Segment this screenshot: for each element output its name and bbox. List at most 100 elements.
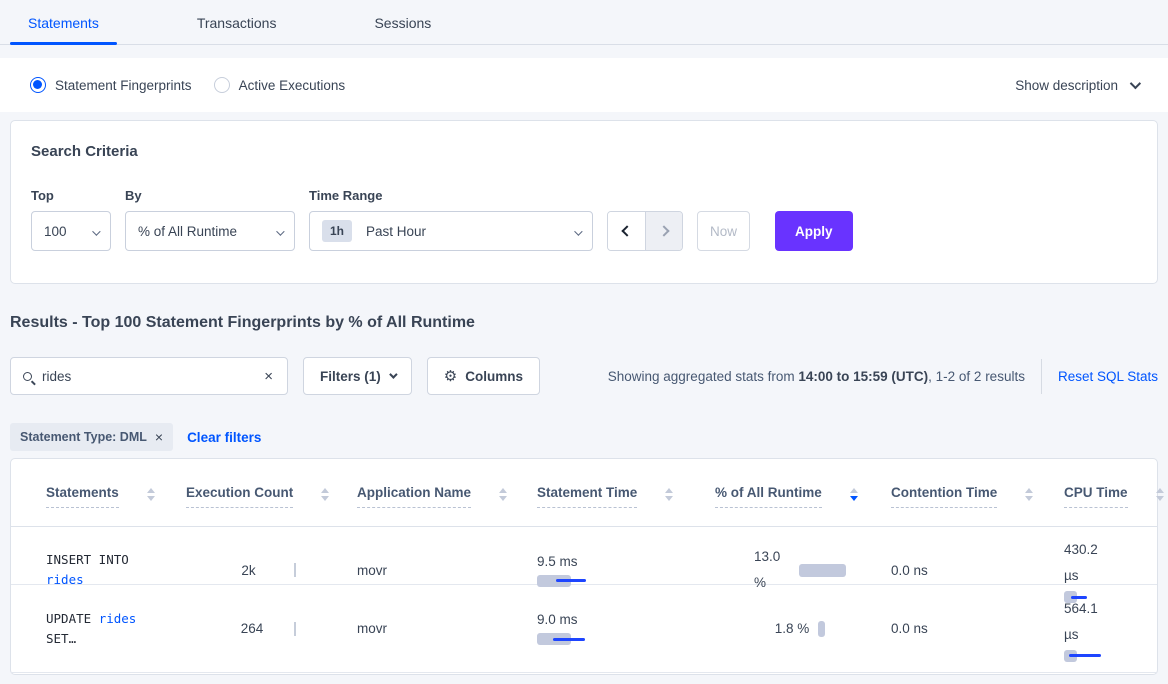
remove-filter-icon[interactable]: × (155, 429, 163, 445)
filter-chip-row: Statement Type: DML × Clear filters (10, 423, 1158, 451)
reset-sql-stats-link[interactable]: Reset SQL Stats (1058, 369, 1158, 384)
columns-button-label: Columns (465, 369, 523, 384)
application-name-value: movr (357, 621, 531, 636)
radio-statement-fingerprints[interactable]: Statement Fingerprints (30, 77, 192, 93)
tab-transactions[interactable]: Transactions (179, 3, 295, 44)
column-header-cpu-time: CPU Time (1064, 459, 1168, 526)
top-label: Top (31, 188, 111, 203)
time-range-arrows (607, 211, 683, 251)
now-button[interactable]: Now (697, 211, 750, 251)
chevron-left-icon (621, 225, 632, 236)
cpu-time-bar (1064, 591, 1104, 603)
chevron-down-icon (389, 370, 397, 378)
apply-button[interactable]: Apply (775, 211, 853, 251)
view-toggle-bar: Statement Fingerprints Active Executions… (0, 58, 1168, 112)
column-header-label[interactable]: Application Name (357, 485, 471, 508)
chevron-down-icon (1130, 78, 1141, 89)
sql-text: SET… (46, 631, 76, 646)
cpu-time-value: 564.1 µs (1064, 596, 1110, 648)
sort-icon[interactable] (665, 488, 673, 501)
column-header-label[interactable]: Statements (46, 485, 119, 508)
contention-time-value: 0.0 ns (891, 563, 1058, 578)
results-toolbar: × Filters (1) ⚙ Columns Showing aggregat… (10, 357, 1158, 395)
column-header-contention-time: Contention Time (891, 459, 1064, 526)
sql-table-link[interactable]: rides (99, 611, 137, 626)
sort-icon[interactable] (1156, 488, 1164, 501)
time-range-select[interactable]: 1h Past Hour (309, 211, 593, 251)
sort-icon[interactable] (499, 488, 507, 501)
search-criteria-card: Search Criteria Top 100 By % of All Runt… (10, 120, 1158, 284)
radio-statement-fingerprints-label: Statement Fingerprints (55, 78, 192, 93)
summary-suffix: , 1-2 of 2 results (928, 369, 1025, 384)
show-description-toggle[interactable]: Show description (1015, 78, 1138, 93)
chevron-down-icon (92, 227, 100, 235)
time-range-badge: 1h (322, 220, 352, 242)
clear-filters-link[interactable]: Clear filters (187, 430, 261, 445)
chevron-right-icon (658, 225, 669, 236)
page-bottom-margin (0, 675, 1168, 684)
table-row[interactable]: INSERT INTO rides 2k movr 9.5 ms 13.0 % … (11, 527, 1157, 585)
execution-count-bar (294, 622, 296, 636)
column-header-label[interactable]: Statement Time (537, 485, 637, 508)
tab-statements[interactable]: Statements (10, 3, 117, 44)
execution-count-value: 2k (241, 563, 255, 578)
contention-time-value: 0.0 ns (891, 621, 1058, 636)
sql-text: UPDATE (46, 611, 91, 626)
filters-button-label: Filters (1) (320, 369, 381, 384)
results-heading: Results - Top 100 Statement Fingerprints… (10, 314, 1158, 332)
filter-chip-statement-type: Statement Type: DML × (10, 423, 173, 451)
column-header-label[interactable]: CPU Time (1064, 485, 1128, 508)
filters-button[interactable]: Filters (1) (303, 357, 412, 395)
column-header-label[interactable]: % of All Runtime (715, 485, 822, 508)
statement-time-value: 9.5 ms (537, 554, 709, 569)
columns-button[interactable]: ⚙ Columns (427, 357, 540, 395)
execution-count-bar (294, 563, 296, 577)
column-header-application-name: Application Name (357, 459, 537, 526)
summary-prefix: Showing aggregated stats from (608, 369, 799, 384)
by-field: By % of All Runtime (125, 188, 295, 251)
pct-runtime-value: 1.8 % (775, 621, 810, 636)
top-select-value: 100 (44, 224, 67, 239)
gear-icon: ⚙ (444, 367, 457, 385)
search-input[interactable] (42, 369, 262, 384)
chevron-down-icon (276, 227, 284, 235)
statement-time-value: 9.0 ms (537, 612, 709, 627)
top-field: Top 100 (31, 188, 111, 251)
column-header-pct-of-all-runtime: % of All Runtime (715, 459, 891, 526)
radio-selected-icon[interactable] (30, 77, 46, 93)
tab-sessions[interactable]: Sessions (356, 3, 449, 44)
by-label: By (125, 188, 295, 203)
column-header-label[interactable]: Execution Count (186, 485, 293, 508)
column-header-statement-time: Statement Time (537, 459, 715, 526)
sort-icon[interactable] (1025, 488, 1033, 501)
sort-icon-active-desc[interactable] (850, 488, 858, 501)
show-description-label: Show description (1015, 78, 1118, 93)
top-select[interactable]: 100 (31, 211, 111, 251)
pct-runtime-bar (799, 564, 846, 577)
search-criteria-title: Search Criteria (31, 143, 1137, 160)
column-header-label[interactable]: Contention Time (891, 485, 997, 508)
cpu-time-bar (1064, 650, 1104, 662)
cpu-time-value: 430.2 µs (1064, 537, 1110, 589)
pct-runtime-bar (818, 621, 825, 637)
statement-search-box[interactable]: × (10, 357, 288, 395)
statement-cell: UPDATE rides SET… (11, 585, 186, 672)
table-header-row: Statements Execution Count Application N… (11, 459, 1157, 527)
radio-unselected-icon[interactable] (214, 77, 230, 93)
reset-sql-stats-wrap: Reset SQL Stats (1041, 359, 1158, 394)
clear-search-icon[interactable]: × (262, 368, 275, 385)
sort-icon[interactable] (147, 488, 155, 501)
summary-time-range: 14:00 to 15:59 (UTC) (798, 369, 928, 384)
sort-icon[interactable] (321, 488, 329, 501)
table-row[interactable]: UPDATE rides SET… 264 movr 9.0 ms 1.8 % … (11, 585, 1157, 673)
application-name-value: movr (357, 563, 531, 578)
radio-active-executions[interactable]: Active Executions (214, 77, 346, 93)
radio-active-executions-label: Active Executions (239, 78, 346, 93)
statement-time-bar (537, 575, 597, 587)
search-icon (23, 372, 32, 381)
by-select[interactable]: % of All Runtime (125, 211, 295, 251)
execution-count-cell: 264 (186, 585, 357, 672)
filter-chip-label: Statement Type: DML (20, 430, 147, 444)
time-range-next-button[interactable] (645, 212, 682, 250)
time-range-prev-button[interactable] (608, 212, 645, 250)
